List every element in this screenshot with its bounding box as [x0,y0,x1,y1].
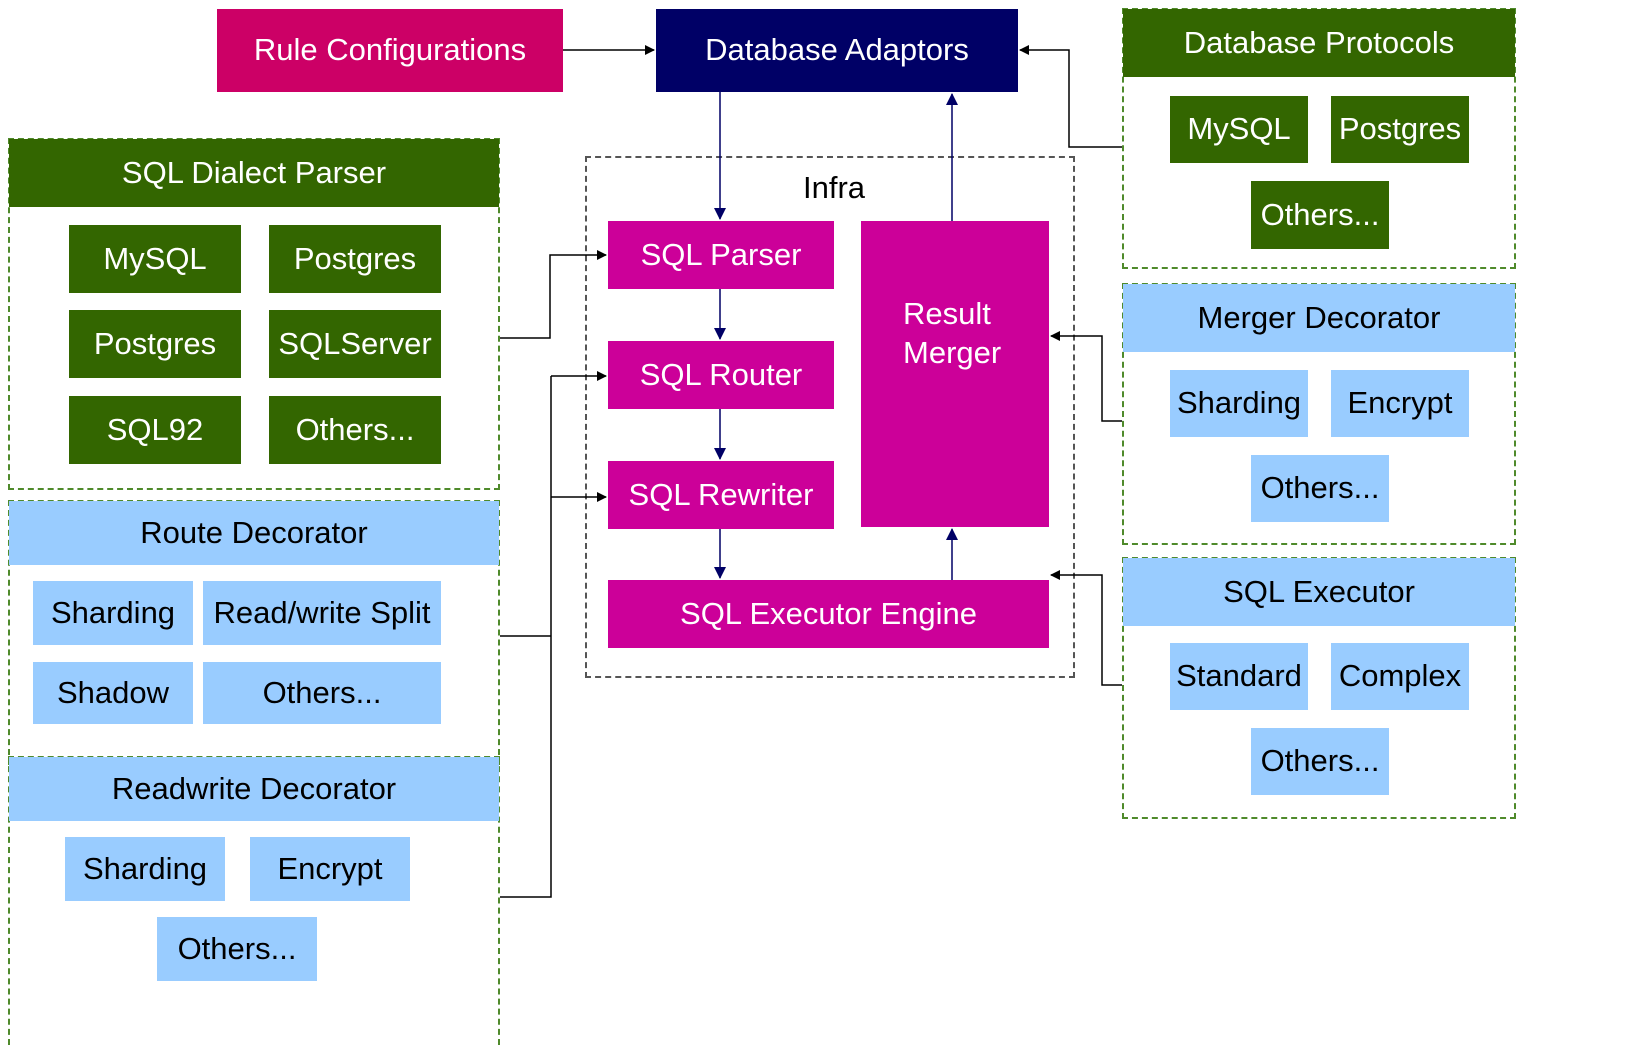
sql-executor-title: SQL Executor [1123,558,1515,626]
route-item: Read/write Split [203,581,441,645]
sql-dialect-parser-title: SQL Dialect Parser [9,139,499,207]
dialect-item: Postgres [269,225,441,293]
dialect-item: SQL92 [69,396,241,464]
sql-router-box: SQL Router [608,341,834,409]
merger-decorator-title: Merger Decorator [1123,284,1515,352]
readwrite-item: Others... [157,917,317,981]
infra-title: Infra [803,170,866,205]
protocol-item: Others... [1251,181,1389,249]
executor-item: Others... [1251,728,1389,795]
rule-configurations-box: Rule Configurations [217,9,563,92]
dialect-item: MySQL [69,225,241,293]
route-item: Shadow [33,662,193,724]
dialect-item: Others... [269,396,441,464]
merger-item: Sharding [1170,370,1308,437]
arrow-protocols-to-adaptors [1019,45,1122,148]
merger-item: Others... [1251,455,1389,522]
dialect-item: Postgres [69,310,241,378]
wire-readwrite-decorator [500,376,552,898]
route-item: Sharding [33,581,193,645]
protocol-item: Postgres [1331,96,1469,163]
database-adaptors-box: Database Adaptors [656,9,1018,92]
route-decorator-title: Route Decorator [9,501,499,565]
route-item: Others... [203,662,441,724]
executor-item: Complex [1331,643,1469,710]
executor-item: Standard [1170,643,1308,710]
protocol-item: MySQL [1170,96,1308,163]
readwrite-item: Sharding [65,837,225,901]
readwrite-item: Encrypt [250,837,410,901]
sql-executor-engine-box: SQL Executor Engine [608,580,1049,648]
database-protocols-title: Database Protocols [1123,9,1515,77]
sql-parser-box: SQL Parser [608,221,834,289]
dialect-item: SQLServer [269,310,441,378]
merger-item: Encrypt [1331,370,1469,437]
result-merger-box: Result Merger [861,221,1049,527]
readwrite-decorator-title: Readwrite Decorator [9,757,499,821]
sql-rewriter-box: SQL Rewriter [608,461,834,529]
